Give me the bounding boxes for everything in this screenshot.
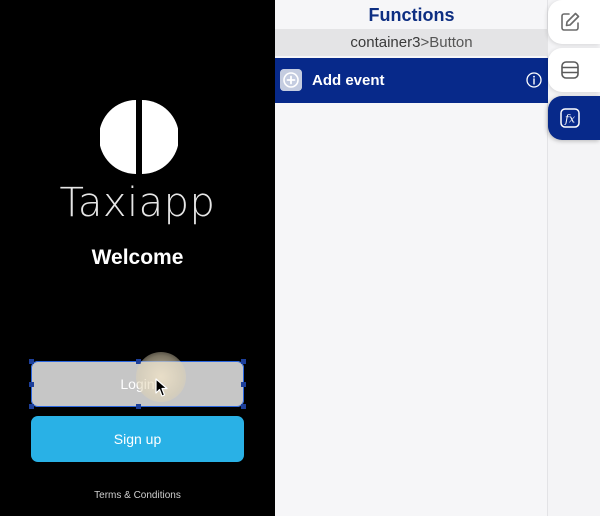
signup-button[interactable]: Sign up	[31, 416, 244, 462]
functions-panel: Functions container3>Button Add event	[275, 0, 548, 516]
app-preview: Taxiapp Welcome Login Sign up Terms & Co…	[0, 0, 275, 516]
welcome-heading: Welcome	[91, 246, 184, 269]
taxiapp-logo	[100, 100, 178, 174]
tab-database[interactable]	[548, 48, 600, 92]
terms-link[interactable]: Terms & Conditions	[0, 490, 275, 501]
brand-name: Taxiapp	[59, 180, 216, 226]
panel-title: Functions	[368, 5, 455, 25]
plus-icon	[280, 69, 302, 91]
tab-edit[interactable]	[548, 0, 600, 44]
mouse-cursor-icon	[155, 378, 168, 397]
breadcrumb-separator: >	[420, 34, 430, 51]
add-event-label: Add event	[312, 72, 385, 89]
breadcrumb-element: Button	[429, 34, 473, 51]
function-icon: fx	[560, 108, 580, 128]
add-event-button[interactable]: Add event	[275, 58, 548, 103]
svg-text:fx: fx	[564, 113, 576, 126]
tab-functions[interactable]: fx	[548, 96, 600, 140]
info-icon[interactable]	[526, 72, 542, 88]
edit-icon	[561, 12, 580, 31]
breadcrumb-container[interactable]: container3	[350, 34, 420, 51]
database-icon	[561, 61, 579, 79]
breadcrumb: container3>Button	[275, 29, 548, 56]
